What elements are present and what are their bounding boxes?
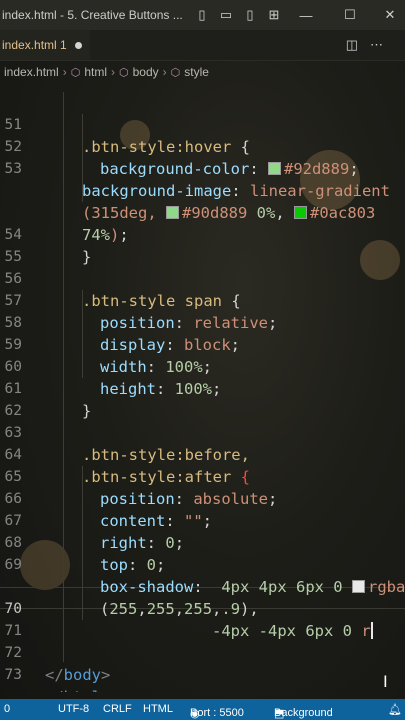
code-line: 60 height: 100%; — [4, 359, 222, 398]
body-element-icon: ⬡ — [118, 66, 129, 79]
code-line: 73 </html> — [4, 667, 111, 692]
code-line: 66 content: ""; — [4, 491, 213, 530]
style-element-icon: ⬡ — [170, 66, 181, 79]
code-line: 67 right: 0; — [4, 513, 185, 552]
code-line: 54 } — [4, 227, 92, 266]
unsaved-dot-icon[interactable] — [74, 41, 82, 49]
split-editor-icon[interactable]: ◫⋯ — [346, 37, 395, 53]
code-line: 62 — [4, 403, 22, 419]
code-line: 56 .btn-style span { — [4, 271, 241, 310]
status-language[interactable]: HTML — [143, 703, 173, 715]
code-line: 70 -4px -4px 6px 0 r — [4, 601, 373, 640]
breadcrumb-html[interactable]: html — [84, 65, 107, 79]
status-problems[interactable]: 0 — [4, 703, 10, 715]
window-title: index.html - 5. Creative Buttons ... — [2, 8, 183, 22]
breadcrumb-file[interactable]: index.html — [4, 65, 59, 79]
code-line: 61 } — [4, 381, 92, 420]
code-line: 74%); — [82, 226, 129, 244]
breadcrumb-body[interactable]: body — [133, 65, 159, 79]
breadcrumb-style[interactable]: style — [184, 65, 209, 79]
code-line: 71 — [4, 623, 22, 639]
status-bar: 0 UTF-8 CRLF HTML ◉ Port : 5500 ⬒ Backgr… — [0, 699, 405, 720]
maximize-icon[interactable]: ☐ — [340, 5, 360, 25]
code-line: 52 background-color: #92d889; — [4, 139, 359, 178]
code-line: 57 position: relative; — [4, 293, 278, 332]
layout-panel-icon[interactable]: ▭ — [216, 5, 236, 25]
code-line: (255,255,255,.9), — [100, 600, 259, 618]
code-line: (315deg, #90d889 0%, #0ac803 — [82, 204, 376, 222]
chevron-right-icon: › — [110, 65, 115, 79]
layout-grid-icon[interactable]: ⊞ — [264, 5, 284, 25]
layout-sidebar-icon[interactable]: ▯ — [192, 5, 212, 25]
close-icon[interactable]: ✕ — [380, 5, 400, 25]
status-encoding[interactable]: UTF-8 — [58, 703, 89, 715]
code-editor[interactable]: 51 .btn-style:hover { 52 background-colo… — [0, 92, 405, 692]
code-line: 55 — [4, 249, 22, 265]
code-line: 65 position: absolute; — [4, 469, 278, 508]
code-line: 68 top: 0; — [4, 535, 166, 574]
bell-icon[interactable]: 🔔︎ — [388, 703, 402, 716]
tab-index-html[interactable]: index.html 1 — [0, 30, 90, 60]
tab-bar: index.html 1 ◫⋯ — [0, 30, 405, 61]
status-eol[interactable]: CRLF — [103, 703, 132, 715]
mouse-cursor-icon: I — [383, 672, 388, 691]
code-line: 58 display: block; — [4, 315, 241, 354]
code-line: 69 box-shadow: 4px 4px 6px 0 rgba — [4, 557, 405, 596]
code-line: 72 </body> — [4, 645, 111, 684]
layout-sidebar-right-icon[interactable]: ▯ — [240, 5, 260, 25]
minimize-icon[interactable]: — — [296, 5, 316, 25]
chevron-right-icon: › — [162, 65, 167, 79]
html-element-icon: ⬡ — [70, 66, 81, 79]
code-line: 53 background-image: linear-gradient — [4, 161, 390, 200]
chevron-right-icon: › — [62, 65, 67, 79]
code-line: 51 .btn-style:hover { — [4, 117, 250, 156]
title-bar: index.html - 5. Creative Buttons ... ▯ ▭… — [0, 0, 405, 30]
code-line: 59 width: 100%; — [4, 337, 213, 376]
code-line: 64 .btn-style:after { — [4, 447, 250, 486]
breadcrumb: index.html › ⬡ html › ⬡ body › ⬡ style — [0, 61, 405, 83]
tab-label: index.html 1 — [2, 38, 67, 52]
code-line: 63 .btn-style:before, — [4, 425, 250, 464]
